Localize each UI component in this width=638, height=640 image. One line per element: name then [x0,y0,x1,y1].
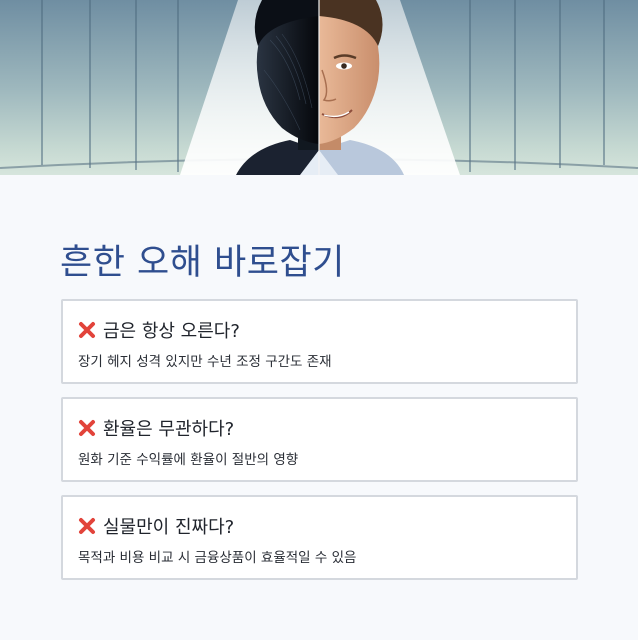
myth-card-title: 금은 항상 오른다? [103,321,240,342]
hero-image [0,0,638,175]
myth-card-description: 원화 기준 수익률에 환율이 절반의 영향 [78,452,299,468]
cross-mark-icon [79,420,95,436]
cross-mark-icon [79,518,95,534]
myth-card-title: 실물만이 진짜다? [103,517,235,538]
myth-card-title: 환율은 무관하다? [103,419,235,440]
myth-card-header: 환율은 무관하다? [77,415,234,441]
myth-card-description: 목적과 비용 비교 시 금융상품이 효율적일 수 있음 [78,550,357,566]
page-title: 흔한 오해 바로잡기 [60,243,345,283]
myth-card-header: 실물만이 진짜다? [77,513,234,539]
split-face-portrait [0,0,638,175]
myth-card-header: 금은 항상 오른다? [77,317,240,343]
myth-card-description: 장기 헤지 성격 있지만 수년 조정 구간도 존재 [78,354,332,370]
myth-card: 환율은 무관하다? 원화 기준 수익률에 환율이 절반의 영향 [61,397,578,482]
myth-card: 금은 항상 오른다? 장기 헤지 성격 있지만 수년 조정 구간도 존재 [61,299,578,384]
cross-mark-icon [79,322,95,338]
myth-card: 실물만이 진짜다? 목적과 비용 비교 시 금융상품이 효율적일 수 있음 [61,495,578,580]
